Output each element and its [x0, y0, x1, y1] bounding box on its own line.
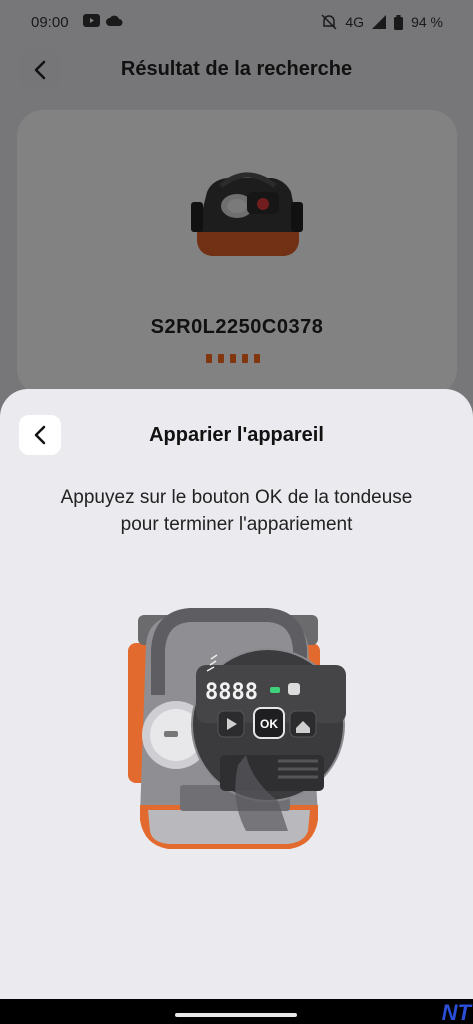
system-navigation-bar	[0, 999, 473, 1024]
watermark: NT	[441, 1000, 471, 1024]
sheet-title: Apparier l'appareil	[149, 424, 324, 446]
pairing-sheet: Apparier l'appareil Appuyez sur le bouto…	[0, 389, 473, 999]
pairing-instruction: Appuyez sur le bouton OK de la tondeuse …	[20, 484, 453, 538]
ok-button-label: OK	[260, 717, 278, 731]
mower-ok-button-illustration: 8888 OK	[128, 608, 346, 849]
home-gesture-handle[interactable]	[175, 1013, 297, 1017]
instruction-line-1: Appuyez sur le bouton OK de la tondeuse	[60, 487, 413, 508]
screen: 09:00 4G 94 % Résultat de la recherche S…	[0, 0, 473, 1024]
instruction-line-2: pour terminer l'appariement	[120, 514, 353, 535]
display-digits: 8888	[205, 680, 258, 705]
